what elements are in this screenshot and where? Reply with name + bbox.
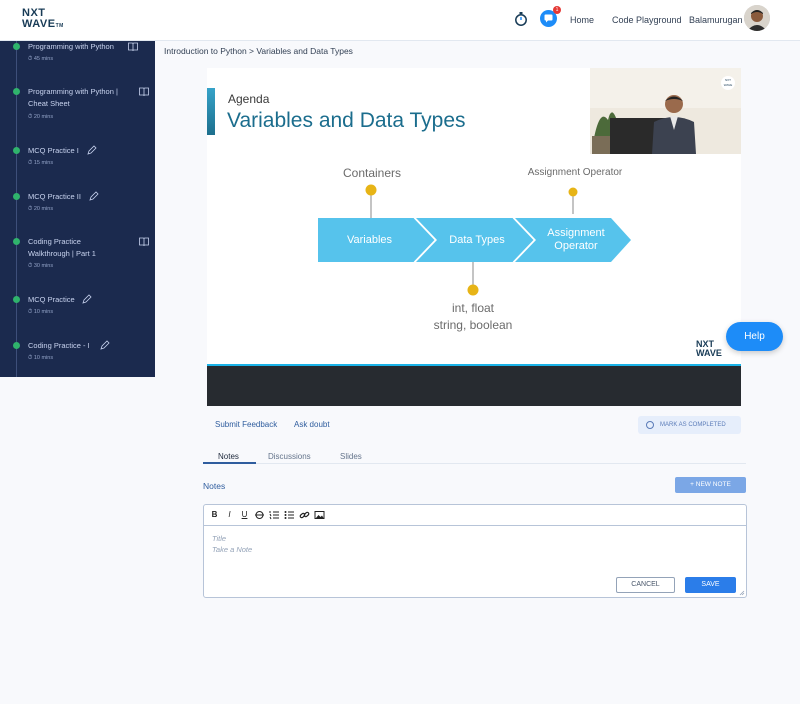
pencil-icon [100,340,110,350]
plus-icon: + [690,481,694,488]
strikethrough-button[interactable] [254,509,265,521]
avatar[interactable] [744,5,770,31]
tabs-divider [203,463,746,464]
sidebar-item-programming-with-python[interactable]: Programming with Python ⏱ 45 mins [0,41,155,81]
nav-home[interactable]: Home [570,15,594,25]
sidebar-item-label: Programming with Python [28,42,114,51]
video-player[interactable]: Agenda Variables and Data Types Containe… [207,68,741,406]
instructor-webcam: NXT WAVE [590,68,741,154]
link-icon [299,511,310,519]
sidebar-item-label: Programming with Python | Cheat Sheet [28,87,118,108]
chat-notification-button[interactable]: 1 [540,6,561,27]
chevron-data-types: Data Types [449,234,505,246]
tab-slides[interactable]: Slides [340,452,362,461]
sidebar-item-duration: ⏱ 15 mins [28,160,54,166]
tab-notes[interactable]: Notes [218,452,239,461]
circle-icon [646,421,654,429]
sidebar-item-coding-practice-1[interactable]: Coding Practice - I ⏱ 10 mins [0,340,155,370]
sidebar-item-duration: ⏱ 45 mins [28,56,54,62]
ordered-list-button[interactable] [269,509,280,521]
label-types-line2: string, boolean [433,318,513,332]
completed-check-icon [13,147,20,154]
label-types-line1: int, float [451,301,495,315]
pencil-icon [87,145,97,155]
user-name[interactable]: Balamurugan [689,15,743,25]
chevron-variables: Variables [346,234,393,246]
course-sidebar: Programming with Python ⏱ 45 mins Progra… [0,41,155,377]
pencil-icon [89,191,99,201]
pencil-icon [82,294,92,304]
note-title-input[interactable]: Title [212,534,226,543]
italic-button[interactable]: I [224,509,235,521]
completed-check-icon [13,43,20,50]
submit-feedback-link[interactable]: Submit Feedback [215,420,277,429]
resize-handle-icon[interactable] [739,590,745,596]
completed-check-icon [13,296,20,303]
sidebar-item-mcq-practice-2[interactable]: MCQ Practice II ⏱ 20 mins [0,191,155,221]
ordered-list-icon [269,511,279,520]
save-button[interactable]: SAVE [685,577,736,593]
active-tab-indicator [203,462,256,464]
help-button[interactable]: Help [726,322,783,351]
new-note-label: NEW NOTE [695,481,731,488]
link-button[interactable] [299,509,310,521]
bold-button[interactable]: B [209,509,220,521]
book-icon [128,42,138,51]
sidebar-item-cheat-sheet[interactable]: Programming with Python | Cheat Sheet ⏱ … [0,86,155,126]
sidebar-item-duration: ⏱ 10 mins [28,355,54,361]
book-icon [139,87,149,96]
strikethrough-icon [255,511,264,519]
sidebar-item-duration: ⏱ 20 mins [28,206,54,212]
notes-heading: Notes [203,481,226,491]
sidebar-item-label: Coding Practice Walkthrough | Part 1 [28,237,96,258]
completed-check-icon [13,193,20,200]
sidebar-item-mcq-practice-1[interactable]: MCQ Practice I ⏱ 15 mins [0,145,155,175]
completed-check-icon [13,238,20,245]
sidebar-item-duration: ⏱ 30 mins [28,263,54,269]
note-editor: B I U Title Take a Note CANCEL SAVE [203,504,747,598]
notification-badge: 1 [553,6,561,14]
sidebar-item-duration: ⏱ 20 mins [28,114,54,120]
ask-doubt-link[interactable]: Ask doubt [294,420,330,429]
sidebar-item-label: Coding Practice - I [28,341,90,350]
completed-check-icon [13,88,20,95]
logo-line2: WAVE [22,18,56,30]
book-icon [139,237,149,246]
breadcrumb[interactable]: Introduction to Python > Variables and D… [164,46,353,56]
logo-tm: TM [55,23,64,29]
note-body-input[interactable]: Take a Note [212,545,252,554]
new-note-button[interactable]: + NEW NOTE [675,477,746,493]
sidebar-item-label: MCQ Practice [28,295,75,304]
sidebar-item-label: MCQ Practice I [28,146,79,155]
bullet-list-icon [284,511,294,519]
sidebar-item-label: MCQ Practice II [28,192,81,201]
stopwatch-icon[interactable] [514,11,528,27]
cancel-button[interactable]: CANCEL [616,577,675,593]
video-controls-bar[interactable] [207,366,741,406]
mark-as-completed-button[interactable]: MARK AS COMPLETED [638,416,741,434]
nav-code-playground[interactable]: Code Playground [612,15,682,25]
cam-logo: NXT WAVE [721,76,735,90]
image-icon [314,511,325,519]
bullet-list-button[interactable] [284,509,295,521]
slide-watermark-logo: NXT WAVE [696,339,722,358]
chat-icon [544,14,553,23]
sidebar-item-coding-walkthrough[interactable]: Coding Practice Walkthrough | Part 1 ⏱ 3… [0,236,155,276]
mark-as-completed-label: MARK AS COMPLETED [660,422,726,428]
editor-toolbar: B I U [204,505,746,526]
nxtwave-logo[interactable]: NXT WAVETM [22,8,64,32]
top-navbar: NXT WAVETM 1 Home Code Playground Balamu… [0,0,800,41]
completed-check-icon [13,342,20,349]
image-button[interactable] [314,509,325,521]
sidebar-item-duration: ⏱ 10 mins [28,309,54,315]
chevron-assignment-operator: Assignment Operator [547,227,605,252]
sidebar-item-mcq-practice[interactable]: MCQ Practice ⏱ 10 mins [0,294,155,324]
underline-button[interactable]: U [239,509,250,521]
tab-discussions[interactable]: Discussions [268,452,311,461]
